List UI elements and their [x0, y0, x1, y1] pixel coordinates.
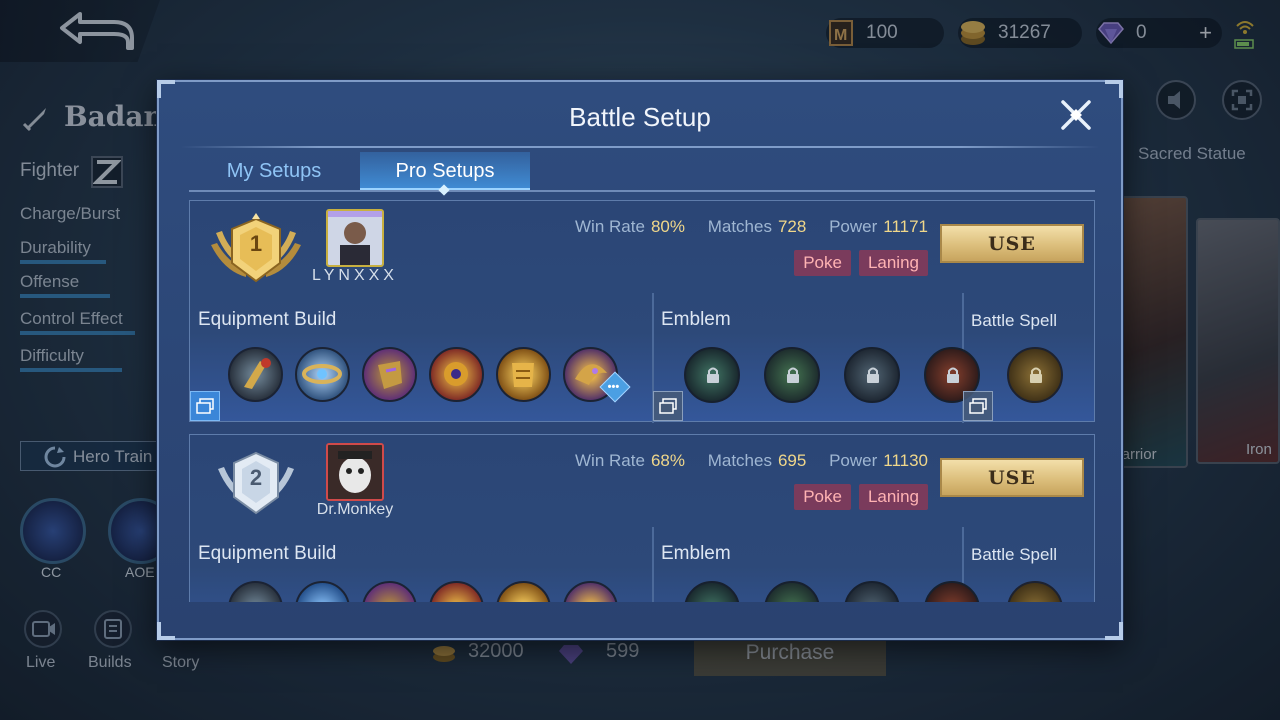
use-button[interactable]: USE [940, 458, 1084, 497]
battle-spell-label: Battle Spell [971, 545, 1057, 564]
lock-icon [867, 367, 879, 383]
tag-laning: Laning [858, 484, 928, 510]
win-rate-value: 80% [650, 217, 685, 236]
lock-icon [707, 367, 719, 383]
player-avatar[interactable] [326, 209, 384, 267]
emblem-talents [684, 347, 980, 403]
matches-value: 728 [777, 217, 807, 236]
rank-number: 2 [249, 465, 263, 490]
frame-corner [157, 80, 175, 98]
pro-setup-list[interactable]: 1 LYNXXX Win Rate 80% Matches 728 Power 111… [189, 200, 1095, 602]
setup-tags: Poke Laning [794, 484, 928, 510]
lock-icon [947, 367, 959, 383]
equipment-build-label: Equipment Build [198, 543, 337, 564]
power-value: 11171 [883, 217, 928, 236]
setup-stats: Win Rate 80% Matches 728 Power 11171 [575, 217, 928, 237]
battle-spell-icon[interactable] [1007, 347, 1063, 403]
blade-item-icon[interactable] [295, 347, 350, 402]
talent-2-icon[interactable] [844, 581, 900, 602]
frame-corner [1105, 80, 1123, 98]
battle-spell-icon[interactable] [1007, 581, 1063, 602]
lock-icon [1030, 367, 1042, 383]
emblem-main-icon[interactable] [684, 581, 740, 602]
copy-icon [969, 398, 987, 414]
hammer-item-icon[interactable] [429, 581, 484, 602]
battle-setup-modal: Battle Setup My Setups Pro Setups 1 LYNX… [157, 80, 1123, 640]
matches-label: Matches [707, 451, 772, 470]
setup-tags: Poke Laning [794, 250, 928, 276]
blade-item-icon[interactable] [295, 581, 350, 602]
close-icon[interactable] [1057, 96, 1095, 134]
ellipsis-icon: ••• [607, 380, 620, 393]
win-rate-label: Win Rate [575, 451, 645, 470]
section-divider [652, 527, 654, 602]
tag-laning: Laning [858, 250, 928, 276]
talent-1-icon[interactable] [764, 347, 820, 403]
title-divider [181, 146, 1099, 148]
armor-item-icon[interactable] [362, 581, 417, 602]
lock-icon [787, 367, 799, 383]
copy-icon [196, 398, 214, 414]
copy-icon [659, 398, 677, 414]
setup-card: 1 LYNXXX Win Rate 80% Matches 728 Power 111… [189, 200, 1095, 423]
use-button[interactable]: USE [940, 224, 1084, 263]
win-rate-value: 68% [650, 451, 685, 470]
avatar-image [328, 445, 382, 499]
emblem-details-button[interactable] [653, 391, 683, 421]
win-rate-label: Win Rate [575, 217, 645, 236]
tab-pro-setups[interactable]: Pro Setups [360, 152, 530, 196]
battle-spell-label: Battle Spell [971, 311, 1057, 330]
matches-value: 695 [777, 451, 807, 470]
talent-1-icon[interactable] [764, 581, 820, 602]
power-label: Power [829, 451, 878, 470]
gauntlet-item-icon[interactable] [496, 581, 551, 602]
equipment-items [228, 581, 618, 602]
player-name: LYNXXX [312, 267, 398, 284]
matches-label: Matches [707, 217, 772, 236]
gauntlet-item-icon[interactable] [496, 347, 551, 402]
emblem-main-icon[interactable] [684, 347, 740, 403]
emblem-label: Emblem [661, 543, 731, 564]
equipment-items [228, 347, 618, 402]
player-name: Dr.Monkey [316, 501, 394, 518]
spell-details-button[interactable] [963, 391, 993, 421]
player-avatar[interactable] [326, 443, 384, 501]
armor-item-icon[interactable] [362, 347, 417, 402]
boots-item-icon[interactable] [228, 347, 283, 402]
emblem-talents [684, 581, 980, 602]
tab-pro-setups-label: Pro Setups [395, 160, 495, 182]
setup-tabs: My Setups Pro Setups [189, 152, 1095, 196]
tag-poke: Poke [794, 484, 851, 510]
power-value: 11130 [883, 451, 928, 470]
power-label: Power [829, 217, 878, 236]
frame-corner [157, 622, 175, 640]
wings-item-icon[interactable] [563, 581, 618, 602]
emblem-label: Emblem [661, 309, 731, 330]
talent-3-icon[interactable] [924, 581, 980, 602]
rank-number: 1 [249, 231, 263, 256]
boots-item-icon[interactable] [228, 581, 283, 602]
tag-poke: Poke [794, 250, 851, 276]
frame-corner [1105, 622, 1123, 640]
modal-title: Battle Setup [569, 102, 711, 132]
equipment-build-label: Equipment Build [198, 309, 337, 330]
talent-2-icon[interactable] [844, 347, 900, 403]
avatar-image [328, 211, 382, 265]
equipment-details-button[interactable] [190, 391, 220, 421]
active-tab-indicator [438, 184, 450, 196]
tab-my-setups[interactable]: My Setups [189, 152, 359, 190]
hammer-item-icon[interactable] [429, 347, 484, 402]
setup-stats: Win Rate 68% Matches 695 Power 11130 [575, 451, 928, 471]
setup-card: 2 Dr.Monkey Win Rate 68% Matches 695 Power… [189, 434, 1095, 602]
